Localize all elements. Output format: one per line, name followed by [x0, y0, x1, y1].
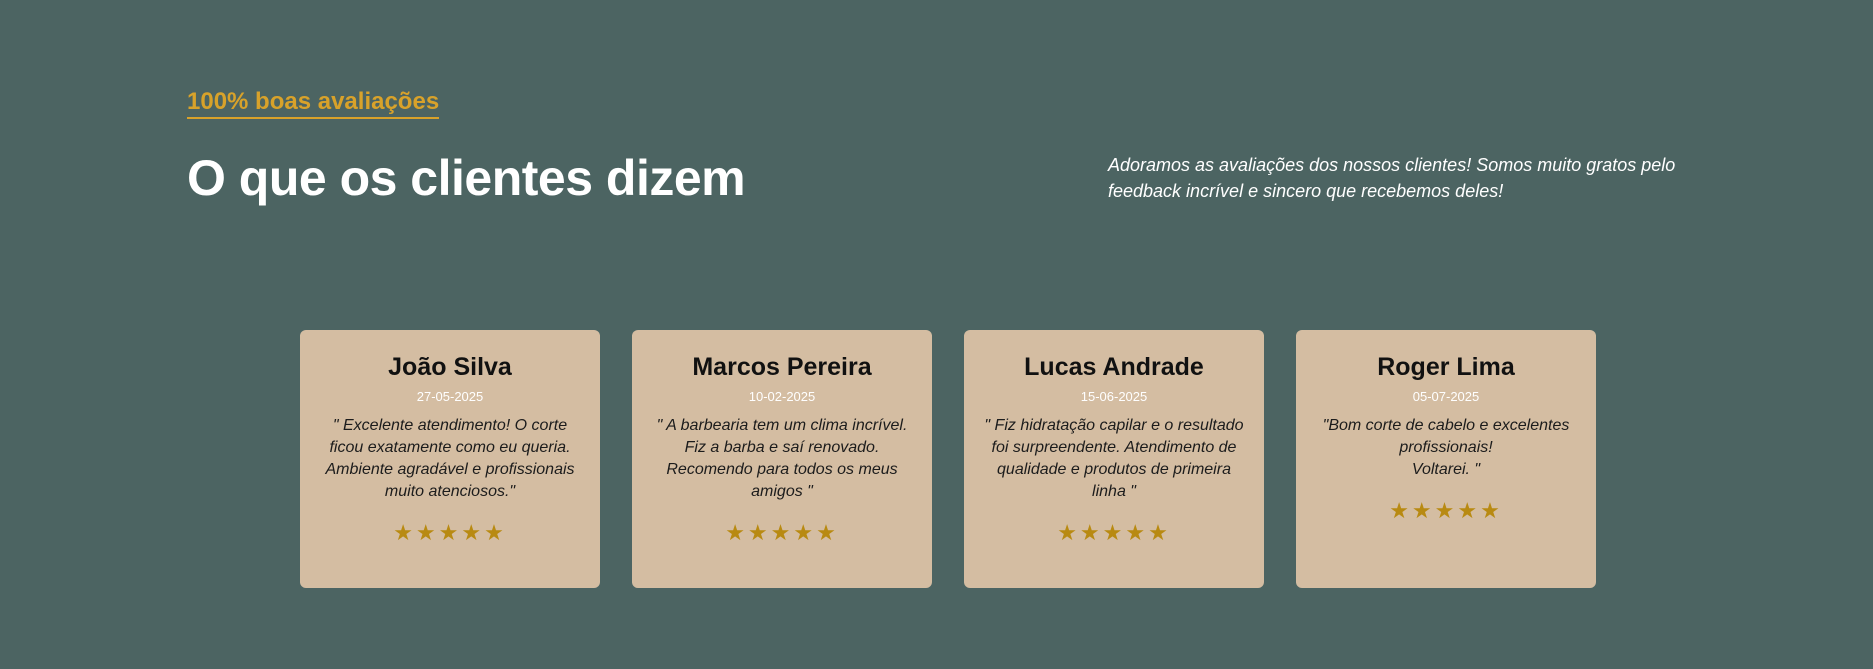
reviewer-name: João Silva [388, 353, 512, 381]
reviewer-name: Lucas Andrade [1024, 353, 1204, 381]
reviewer-name: Roger Lima [1377, 353, 1515, 381]
review-card: Marcos Pereira 10-02-2025 " A barbearia … [632, 330, 932, 588]
review-text: " Fiz hidratação capilar e o resultado f… [984, 417, 1244, 500]
star-rating: ★★★★★ [1389, 498, 1503, 523]
review-date: 10-02-2025 [748, 389, 816, 404]
eyebrow-label: 100% boas avaliações [187, 89, 440, 119]
star-rating: ★★★★★ [1057, 520, 1171, 545]
review-card: João Silva 27-05-2025 " Excelente atendi… [300, 330, 600, 588]
review-date: 15-06-2025 [1080, 389, 1148, 404]
review-text: " Excelente atendimento! O corte ficou e… [325, 417, 575, 500]
review-date: 05-07-2025 [1412, 389, 1480, 404]
page-title: O que os clientes dizem [187, 150, 746, 206]
review-card: Roger Lima 05-07-2025 "Bom corte de cabe… [1296, 330, 1596, 588]
reviews-list: João Silva 27-05-2025 " Excelente atendi… [300, 330, 1596, 588]
review-text: "Bom corte de cabelo e excelentes profis… [1322, 417, 1570, 478]
star-rating: ★★★★★ [725, 520, 839, 545]
intro-text: Adoramos as avaliações dos nossos client… [1108, 155, 1676, 201]
review-card: Lucas Andrade 15-06-2025 " Fiz hidrataçã… [964, 330, 1264, 588]
review-text: " A barbearia tem um clima incrível. Fiz… [656, 417, 908, 500]
star-rating: ★★★★★ [393, 520, 507, 545]
reviewer-name: Marcos Pereira [692, 353, 872, 381]
review-date: 27-05-2025 [416, 389, 484, 404]
